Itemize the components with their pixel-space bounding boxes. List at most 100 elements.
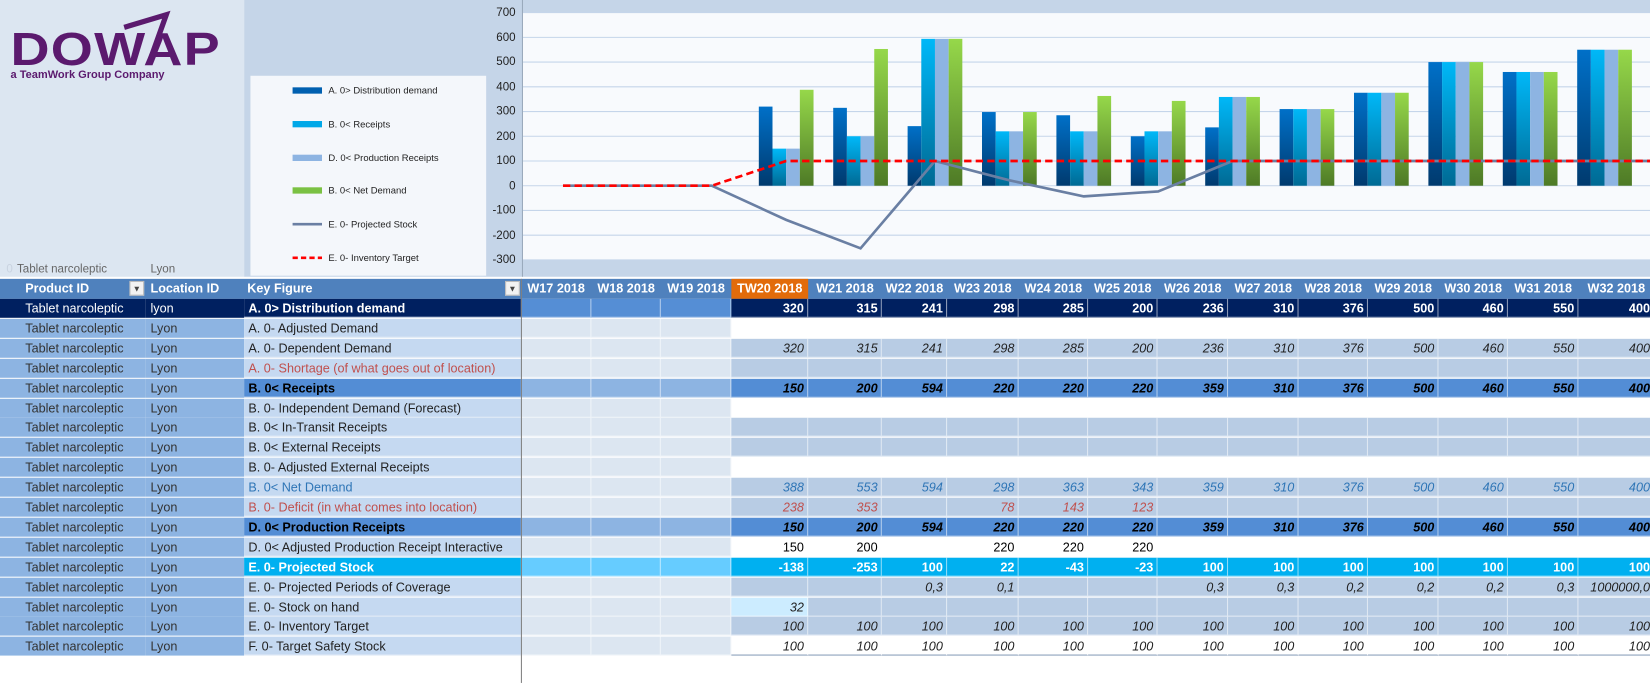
value-cell[interactable] — [1507, 418, 1579, 438]
location-cell[interactable]: Lyon — [145, 617, 245, 637]
value-cell[interactable] — [591, 418, 661, 438]
week-header[interactable]: W19 2018 — [661, 279, 732, 299]
value-cell[interactable]: 550 — [1507, 477, 1579, 497]
value-cell[interactable] — [1367, 537, 1439, 557]
value-cell[interactable]: 310 — [1228, 477, 1299, 497]
value-cell[interactable] — [881, 398, 948, 418]
location-cell[interactable]: Lyon — [145, 537, 245, 557]
product-cell[interactable]: Tablet narcoleptic — [0, 438, 146, 458]
week-header[interactable]: W30 2018 — [1438, 279, 1507, 299]
value-cell[interactable] — [520, 378, 592, 398]
value-cell[interactable] — [1298, 438, 1368, 458]
value-cell[interactable] — [1367, 318, 1439, 338]
value-cell[interactable] — [660, 497, 732, 517]
week-header[interactable]: W28 2018 — [1299, 279, 1368, 299]
value-cell[interactable] — [808, 438, 882, 458]
value-cell[interactable]: 236 — [1157, 338, 1229, 358]
value-cell[interactable] — [660, 537, 732, 557]
value-cell[interactable]: 220 — [947, 378, 1019, 398]
value-cell[interactable]: 200 — [808, 378, 882, 398]
value-cell[interactable] — [1298, 597, 1368, 617]
value-cell[interactable] — [1157, 457, 1229, 477]
value-cell[interactable] — [1088, 398, 1158, 418]
value-cell[interactable] — [660, 577, 732, 597]
week-header[interactable]: W18 2018 — [591, 279, 660, 299]
value-cell[interactable] — [947, 597, 1019, 617]
value-cell[interactable] — [591, 318, 661, 338]
value-cell[interactable] — [1438, 358, 1508, 378]
value-cell[interactable]: 376 — [1298, 298, 1368, 318]
value-cell[interactable]: -253 — [808, 557, 882, 577]
value-cell[interactable] — [1438, 418, 1508, 438]
value-cell[interactable] — [808, 358, 882, 378]
product-cell[interactable]: Tablet narcoleptic — [0, 557, 146, 577]
product-filter-button[interactable]: ▼ — [129, 280, 145, 296]
value-cell[interactable] — [1507, 497, 1579, 517]
value-cell[interactable] — [1438, 497, 1508, 517]
value-cell[interactable] — [660, 358, 732, 378]
value-cell[interactable]: 553 — [808, 477, 882, 497]
value-cell[interactable] — [1367, 438, 1439, 458]
value-cell[interactable]: 550 — [1507, 298, 1579, 318]
value-cell[interactable]: 123 — [1088, 497, 1158, 517]
value-cell[interactable] — [520, 298, 592, 318]
value-cell[interactable] — [881, 457, 948, 477]
value-cell[interactable] — [660, 418, 732, 438]
value-cell[interactable] — [1157, 418, 1229, 438]
value-cell[interactable]: 594 — [881, 517, 948, 537]
value-cell[interactable] — [731, 577, 809, 597]
value-cell[interactable] — [1298, 537, 1368, 557]
value-cell[interactable] — [1088, 577, 1158, 597]
value-cell[interactable] — [660, 398, 732, 418]
value-cell[interactable]: 310 — [1228, 298, 1299, 318]
value-cell[interactable]: 0,3 — [1157, 577, 1229, 597]
value-cell[interactable] — [1018, 318, 1089, 338]
value-cell[interactable]: 100 — [1578, 636, 1650, 656]
value-cell[interactable]: 100 — [1157, 557, 1229, 577]
value-cell[interactable] — [947, 418, 1019, 438]
value-cell[interactable] — [1088, 318, 1158, 338]
value-cell[interactable] — [1157, 537, 1229, 557]
value-cell[interactable]: 320 — [731, 298, 809, 318]
location-cell[interactable]: Lyon — [145, 338, 245, 358]
value-cell[interactable] — [1018, 597, 1089, 617]
value-cell[interactable]: 343 — [1088, 477, 1158, 497]
value-cell[interactable] — [591, 577, 661, 597]
value-cell[interactable] — [520, 597, 592, 617]
key-figure-cell[interactable]: B. 0< In-Transit Receipts — [244, 418, 521, 438]
value-cell[interactable] — [591, 617, 661, 637]
value-cell[interactable]: 236 — [1157, 298, 1229, 318]
value-cell[interactable]: 220 — [1088, 537, 1158, 557]
value-cell[interactable]: 500 — [1367, 517, 1439, 537]
location-cell[interactable]: Lyon — [145, 597, 245, 617]
value-cell[interactable] — [660, 557, 732, 577]
product-cell[interactable]: Tablet narcoleptic — [0, 477, 146, 497]
value-cell[interactable]: 220 — [947, 537, 1019, 557]
value-cell[interactable]: 100 — [1507, 636, 1579, 656]
value-cell[interactable] — [660, 338, 732, 358]
value-cell[interactable]: 100 — [1298, 557, 1368, 577]
value-cell[interactable] — [947, 358, 1019, 378]
product-cell[interactable]: Tablet narcoleptic — [0, 517, 146, 537]
value-cell[interactable] — [1157, 398, 1229, 418]
value-cell[interactable] — [520, 636, 592, 656]
value-cell[interactable]: 400 — [1578, 378, 1650, 398]
value-cell[interactable]: 310 — [1228, 378, 1299, 398]
value-cell[interactable] — [1507, 537, 1579, 557]
value-cell[interactable]: 200 — [808, 537, 882, 557]
value-cell[interactable] — [1228, 318, 1299, 338]
location-cell[interactable]: Lyon — [145, 318, 245, 338]
value-cell[interactable] — [591, 597, 661, 617]
week-header[interactable]: W17 2018 — [521, 279, 592, 299]
value-cell[interactable] — [1367, 497, 1439, 517]
value-cell[interactable]: 0,2 — [1298, 577, 1368, 597]
value-cell[interactable]: 0,1 — [947, 577, 1019, 597]
value-cell[interactable] — [1578, 438, 1650, 458]
location-cell[interactable]: Lyon — [145, 378, 245, 398]
value-cell[interactable]: 22 — [947, 557, 1019, 577]
value-cell[interactable]: 500 — [1367, 298, 1439, 318]
value-cell[interactable]: 100 — [1438, 636, 1508, 656]
value-cell[interactable] — [1018, 577, 1089, 597]
value-cell[interactable] — [1228, 597, 1299, 617]
value-cell[interactable] — [947, 318, 1019, 338]
